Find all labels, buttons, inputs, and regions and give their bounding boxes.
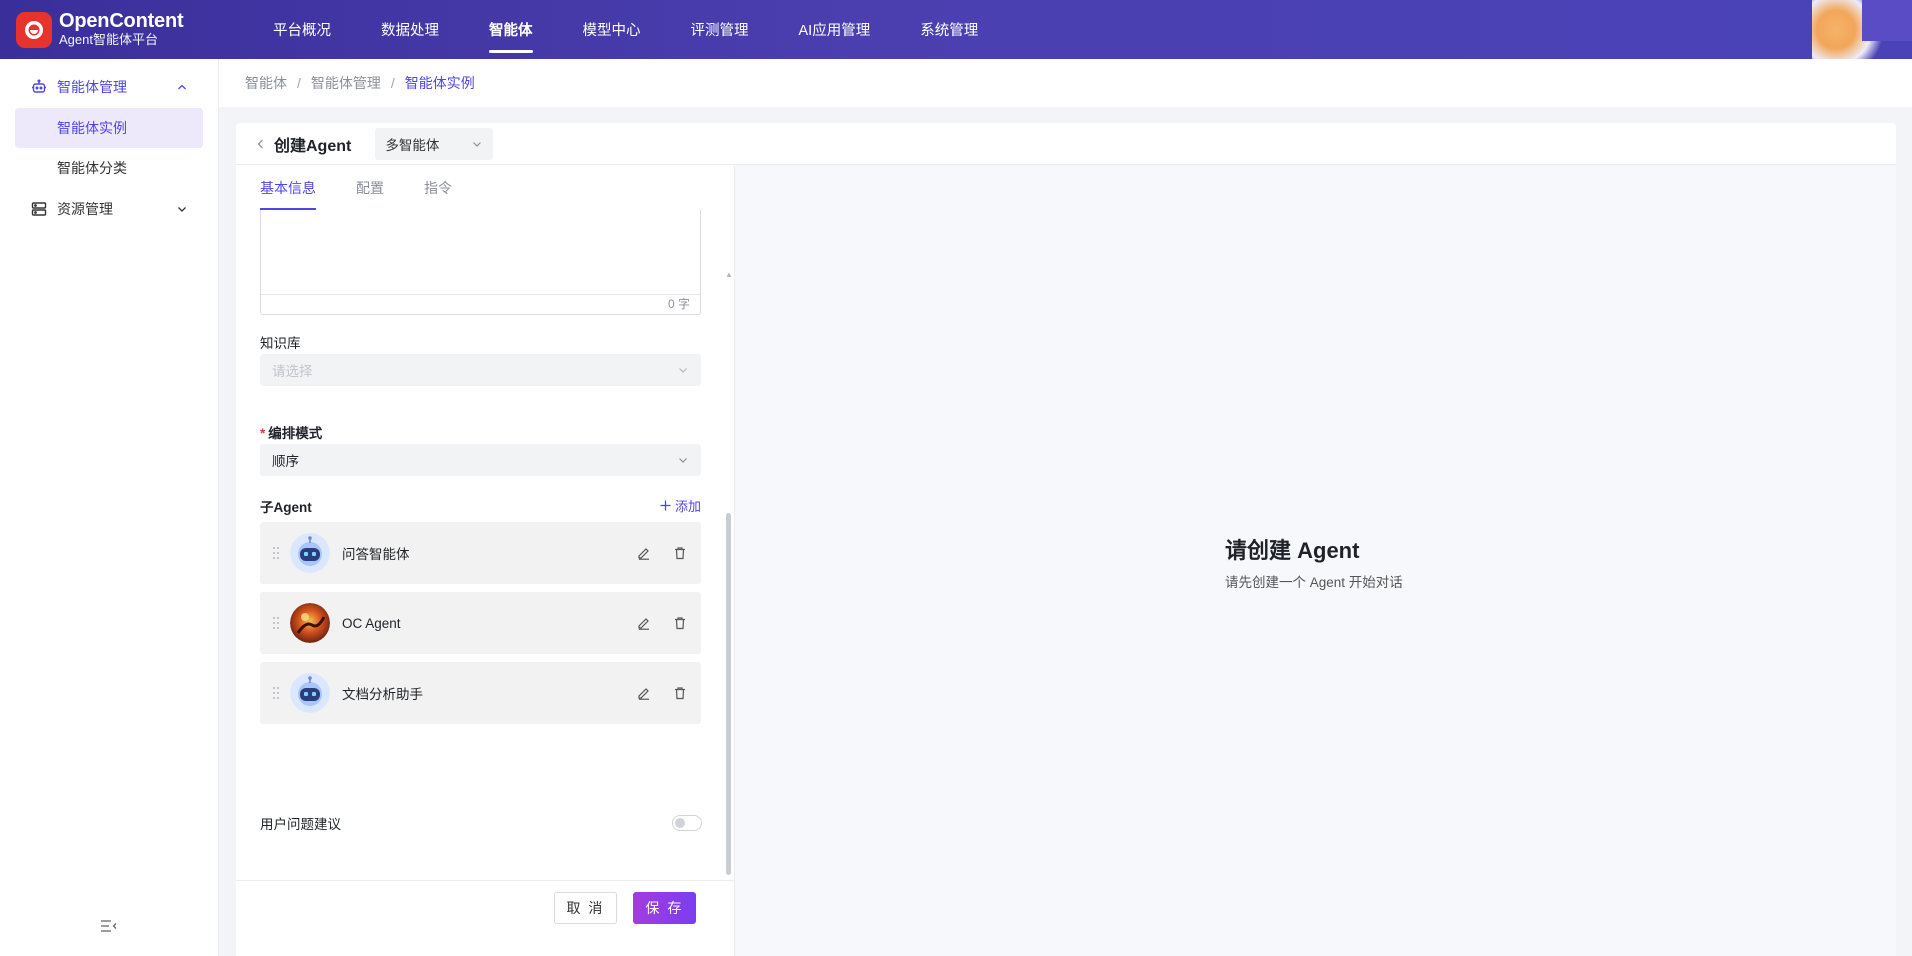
sidebar-group-agent-management[interactable]: 智能体管理 xyxy=(0,66,218,108)
char-counter: 0 字 xyxy=(261,294,700,314)
empty-state-title: 请创建 Agent xyxy=(1225,538,1360,563)
nav-item-evaluation[interactable]: 评测管理 xyxy=(666,0,774,59)
edit-icon[interactable] xyxy=(637,686,651,700)
form-tabs: 基本信息 配置 指令 xyxy=(236,165,734,210)
save-button[interactable]: 保 存 xyxy=(633,892,696,924)
photo-avatar-icon xyxy=(290,603,330,643)
add-label: 添加 xyxy=(674,499,701,514)
sub-agent-item[interactable]: 文档分析助手 xyxy=(260,662,701,724)
logo-icon xyxy=(16,11,52,48)
breadcrumb-separator: / xyxy=(297,75,301,91)
question-suggestion-toggle[interactable] xyxy=(672,815,702,831)
knowledge-base-select[interactable]: 请选择 xyxy=(260,354,701,386)
knowledge-base-label: 知识库 xyxy=(260,336,301,351)
breadcrumb-separator: / xyxy=(390,75,395,91)
nav-item-ai-apps[interactable]: AI应用管理 xyxy=(774,0,896,59)
sidebar-item-agent-instances[interactable]: 智能体实例 xyxy=(15,108,203,148)
sidebar-item-agent-categories[interactable]: 智能体分类 xyxy=(15,148,203,188)
sub-agent-name: 问答智能体 xyxy=(342,547,410,562)
edit-icon[interactable] xyxy=(637,546,651,560)
required-mark: * xyxy=(260,426,266,441)
chevron-down-icon xyxy=(176,203,188,215)
chevron-down-icon xyxy=(471,138,483,150)
sidebar-group-label: 智能体管理 xyxy=(57,79,127,95)
chat-preview-pane: 请创建 Agent 请先创建一个 Agent 开始对话 xyxy=(735,165,1896,956)
nav-item-overview[interactable]: 平台概况 xyxy=(248,0,356,59)
question-suggestion-label: 用户问题建议 xyxy=(260,817,341,832)
app-subtitle: Agent智能体平台 xyxy=(59,32,158,47)
breadcrumb-item[interactable]: 智能体 xyxy=(245,73,287,93)
breadcrumb-current: 智能体实例 xyxy=(404,75,475,91)
agent-type-select[interactable]: 多智能体 xyxy=(375,127,494,160)
top-navbar: OpenContent Agent智能体平台 平台概况 数据处理 智能体 模型中… xyxy=(0,0,1912,59)
sub-agent-name: 文档分析助手 xyxy=(342,687,423,702)
orchestration-mode-select[interactable]: 顺序 xyxy=(260,444,701,476)
drag-handle-icon[interactable] xyxy=(272,616,280,630)
sub-agent-name: OC Agent xyxy=(342,615,401,631)
delete-icon[interactable] xyxy=(673,616,687,630)
plus-icon xyxy=(660,500,671,511)
scrollbar-thumb[interactable] xyxy=(726,513,731,875)
agent-editor-panel: 创建Agent 多智能体 基本信息 配置 指令 0 字 知识库 请选择 * 编排… xyxy=(236,123,1896,956)
panel-header: 创建Agent 多智能体 xyxy=(236,123,1896,165)
tab-config[interactable]: 配置 xyxy=(356,165,384,210)
scroll-up-arrow-icon[interactable]: ▲ xyxy=(725,270,733,279)
robot-avatar-icon xyxy=(290,673,330,713)
collapse-sidebar-icon[interactable] xyxy=(100,919,118,938)
nav-item-agents[interactable]: 智能体 xyxy=(464,0,558,59)
form-pane: 基本信息 配置 指令 0 字 知识库 请选择 * 编排模式 顺序 子Agent … xyxy=(236,165,735,956)
form-footer: 取 消 保 存 xyxy=(236,880,735,956)
robot-icon xyxy=(31,79,47,95)
orchestration-mode-label: * 编排模式 xyxy=(260,422,322,442)
agent-type-value: 多智能体 xyxy=(385,137,440,153)
edit-icon[interactable] xyxy=(637,616,651,630)
nav-item-data-processing[interactable]: 数据处理 xyxy=(356,0,464,59)
delete-icon[interactable] xyxy=(673,546,687,560)
sub-agent-label: 子Agent xyxy=(260,500,312,515)
tab-basic-info[interactable]: 基本信息 xyxy=(260,165,316,210)
page-title: 创建Agent xyxy=(274,137,352,155)
user-avatar[interactable] xyxy=(1812,0,1912,59)
drag-handle-icon[interactable] xyxy=(272,686,280,700)
sub-agent-item[interactable]: 问答智能体 xyxy=(260,522,701,584)
nav-item-system[interactable]: 系统管理 xyxy=(895,0,1003,59)
main-nav: 平台概况 数据处理 智能体 模型中心 评测管理 AI应用管理 系统管理 xyxy=(248,0,1003,59)
orchestration-mode-value: 顺序 xyxy=(272,454,299,469)
chevron-down-icon xyxy=(677,364,689,376)
description-textarea[interactable]: 0 字 xyxy=(260,210,701,315)
sidebar-group-label: 资源管理 xyxy=(57,201,113,217)
knowledge-base-placeholder: 请选择 xyxy=(272,364,313,379)
tab-instructions[interactable]: 指令 xyxy=(424,165,452,210)
drag-handle-icon[interactable] xyxy=(272,546,280,560)
app-name: OpenContent xyxy=(59,10,184,32)
form-scroll-area[interactable]: 0 字 知识库 请选择 * 编排模式 顺序 子Agent 添加 问答智能体 OC… xyxy=(236,210,735,880)
breadcrumb: 智能体 / 智能体管理 / 智能体实例 xyxy=(219,59,1912,107)
cancel-button[interactable]: 取 消 xyxy=(554,892,617,924)
sidebar: 智能体管理 智能体实例 智能体分类 资源管理 xyxy=(0,59,219,956)
sub-agent-item[interactable]: OC Agent xyxy=(260,592,701,654)
add-sub-agent-button[interactable]: 添加 xyxy=(660,496,701,515)
back-arrow-icon[interactable] xyxy=(255,138,267,150)
app-logo[interactable]: OpenContent Agent智能体平台 xyxy=(16,11,228,48)
sidebar-group-resources[interactable]: 资源管理 xyxy=(0,188,218,230)
server-icon xyxy=(31,201,47,217)
breadcrumb-item[interactable]: 智能体管理 xyxy=(311,73,381,93)
empty-state-subtitle: 请先创建一个 Agent 开始对话 xyxy=(1225,575,1403,590)
chevron-down-icon xyxy=(677,454,689,466)
chevron-up-icon xyxy=(176,81,188,93)
nav-item-model-center[interactable]: 模型中心 xyxy=(558,0,666,59)
robot-avatar-icon xyxy=(290,533,330,573)
delete-icon[interactable] xyxy=(673,686,687,700)
orchestration-mode-text: 编排模式 xyxy=(268,426,323,441)
